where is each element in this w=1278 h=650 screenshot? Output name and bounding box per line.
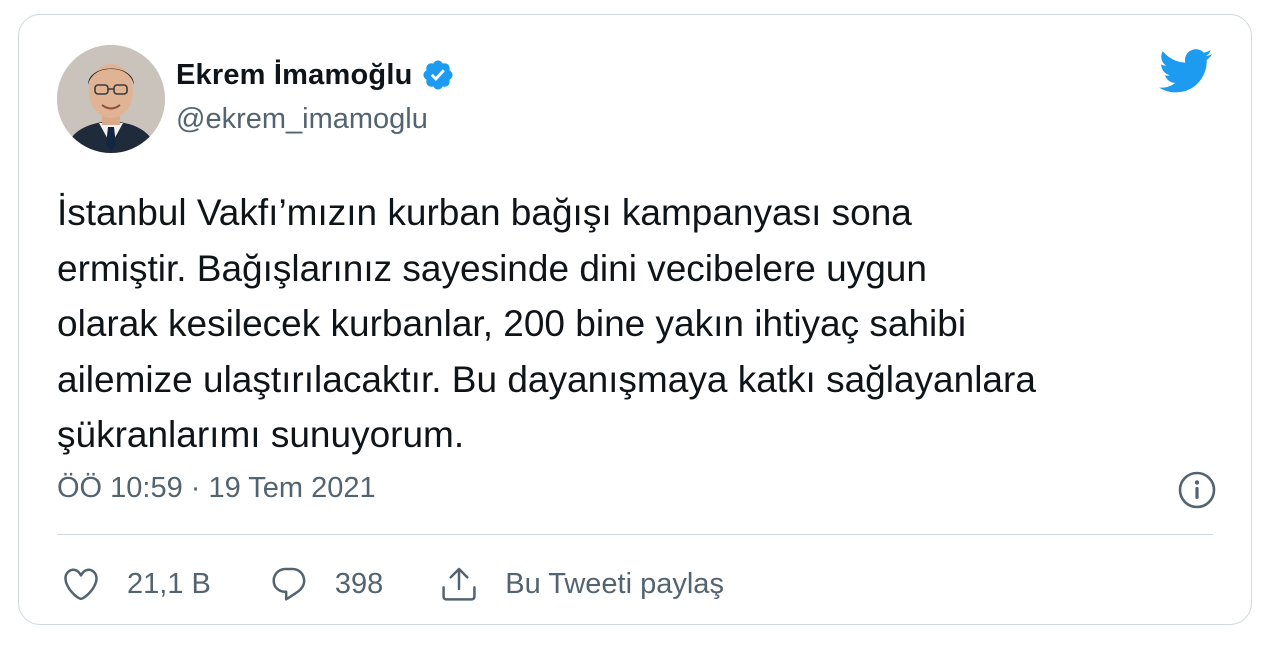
like-button[interactable]: 21,1 B	[61, 564, 211, 604]
info-icon[interactable]	[1177, 470, 1217, 510]
verified-badge-icon	[421, 58, 455, 92]
tweet-text: İstanbul Vakfı’mızın kurban bağışı kampa…	[57, 192, 1036, 455]
author-name[interactable]: Ekrem İmamoğlu	[176, 59, 413, 92]
share-icon	[442, 567, 476, 601]
divider	[57, 534, 1213, 535]
reply-count: 398	[334, 567, 384, 600]
heart-icon	[64, 568, 98, 601]
twitter-bird-icon[interactable]	[1159, 49, 1213, 93]
comment-icon	[272, 567, 306, 601]
tweet-timestamp[interactable]: ÖÖ 10:59 · 19 Tem 2021	[57, 472, 376, 505]
tweet-card[interactable]: Ekrem İmamoğlu @ekrem_imamoglu İstanbul …	[18, 14, 1252, 625]
avatar[interactable]	[57, 45, 165, 153]
profile-photo	[57, 45, 165, 153]
author-handle[interactable]: @ekrem_imamoglu	[176, 103, 455, 136]
share-label: Bu Tweeti paylaş	[505, 567, 724, 600]
reply-button[interactable]: 398	[269, 564, 383, 604]
action-bar: 21,1 B 398 Bu Tweeti paylaş	[61, 559, 724, 609]
like-count: 21,1 B	[127, 567, 211, 600]
author-block[interactable]: Ekrem İmamoğlu @ekrem_imamoglu	[176, 55, 455, 136]
share-button[interactable]: Bu Tweeti paylaş	[439, 564, 724, 604]
